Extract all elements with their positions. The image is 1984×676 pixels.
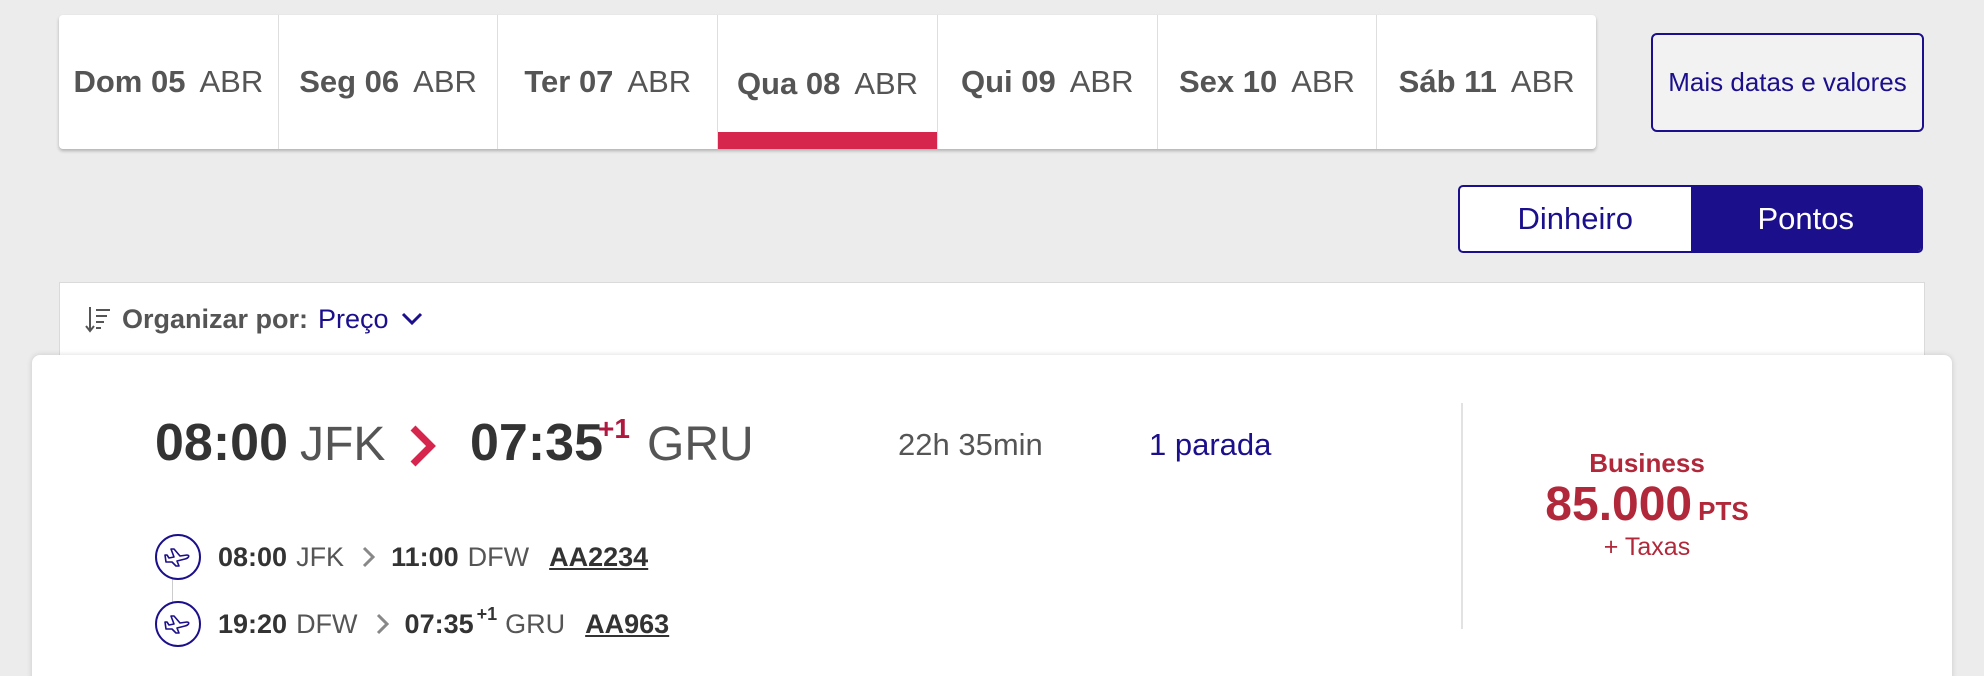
- fare-price[interactable]: 85.000 PTS: [1492, 477, 1802, 532]
- segment-arrival-airport: DFW: [467, 541, 530, 572]
- divider: [1461, 403, 1463, 629]
- chevron-right-icon: [410, 425, 436, 467]
- date-tab[interactable]: Sex 10 ABR: [1158, 15, 1378, 149]
- stops-link[interactable]: 1 parada: [1149, 427, 1271, 463]
- date-tab[interactable]: Sáb 11 ABR: [1377, 15, 1596, 149]
- date-tab-month: ABR: [413, 64, 477, 99]
- flight-number-link[interactable]: AA963: [585, 609, 669, 640]
- date-tab-day: Dom 05: [73, 64, 186, 99]
- date-tab-day: Sex 10: [1178, 64, 1278, 99]
- date-tabs: Dom 05 ABR Seg 06 ABR Ter 07 ABR Qua 08 ABR …: [59, 15, 1596, 149]
- fare-unit: PTS: [1698, 496, 1749, 526]
- date-tab-month: ABR: [1291, 64, 1355, 99]
- date-tab[interactable]: Dom 05 ABR: [59, 15, 279, 149]
- airplane-icon: [155, 601, 201, 647]
- sort-bar: Organizar por: Preço: [59, 282, 1925, 356]
- money-toggle-option[interactable]: Dinheiro: [1460, 187, 1691, 251]
- segment-arrival-day-offset: +1: [476, 603, 498, 624]
- segment-departure-time: 19:20: [218, 608, 288, 639]
- segment-arrival-time: 11:00: [391, 541, 459, 572]
- fare-amount: 85.000: [1545, 478, 1693, 531]
- chevron-right-icon: [363, 546, 376, 568]
- segment-arrival-airport: GRU: [505, 608, 566, 639]
- currency-toggle: Dinheiro Pontos: [1458, 185, 1923, 253]
- sort-dropdown[interactable]: Preço: [318, 304, 423, 335]
- date-tab-month: ABR: [627, 64, 692, 99]
- arrival-time: 07:35: [470, 414, 603, 472]
- date-tab-selected[interactable]: Qua 08 ABR: [718, 15, 938, 149]
- date-tab-month: ABR: [1069, 64, 1134, 99]
- sort-icon: [85, 307, 110, 333]
- segment-departure-airport: DFW: [296, 608, 358, 639]
- date-tab[interactable]: Seg 06 ABR: [279, 15, 499, 149]
- segment-departure-airport: JFK: [296, 541, 345, 572]
- airplane-icon: [155, 534, 201, 580]
- more-dates-button[interactable]: Mais datas e valores: [1651, 33, 1924, 132]
- date-tab-day: Qui 09: [960, 64, 1056, 99]
- date-tab-day: Sáb 11: [1398, 64, 1497, 99]
- flight-number-link[interactable]: AA2234: [549, 542, 648, 573]
- date-tab[interactable]: Qui 09 ABR: [938, 15, 1158, 149]
- date-tab-day: Ter 07: [524, 64, 614, 99]
- date-tab[interactable]: Ter 07 ABR: [498, 15, 719, 149]
- fare-cabin: Business: [1589, 448, 1705, 478]
- flight-segment: 19:20 DFW 07:35 +1 GRU AA963: [155, 601, 669, 647]
- departure-airport: JFK: [300, 418, 386, 471]
- segment-departure-time: 08:00: [218, 541, 288, 572]
- departure-time: 08:00: [155, 414, 288, 472]
- fare-taxes: + Taxas: [1603, 533, 1691, 561]
- date-tab-month: ABR: [199, 64, 264, 99]
- flight-duration: 22h 35min: [898, 427, 1043, 462]
- arrival-airport: GRU: [647, 418, 754, 471]
- chevron-right-icon: [376, 613, 389, 635]
- sort-label: Organizar por:: [122, 303, 309, 334]
- sort-value: Preço: [318, 303, 389, 334]
- flight-segment: 08:00 JFK 11:00 DFW AA2234: [155, 534, 648, 580]
- date-tab-month: ABR: [1510, 64, 1575, 99]
- chevron-down-icon: [401, 312, 422, 326]
- date-tab-day: Seg 06: [299, 64, 400, 99]
- flight-result-card[interactable]: 08:00 JFK 07:35 +1 GRU 22h 35min 1 parad…: [32, 355, 1952, 676]
- points-toggle-option[interactable]: Pontos: [1690, 187, 1921, 251]
- arrival-day-offset: +1: [598, 413, 630, 444]
- segment-arrival-time: 07:35: [404, 608, 474, 639]
- date-tab-day: Qua 08: [736, 66, 841, 101]
- date-tab-month: ABR: [854, 66, 919, 101]
